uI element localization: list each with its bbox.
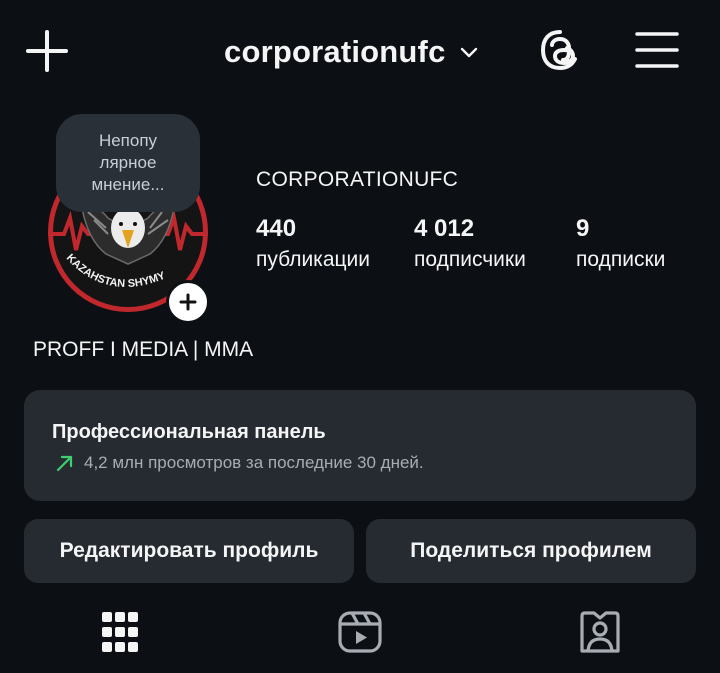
share-profile-button[interactable]: Поделиться профилем xyxy=(366,519,696,583)
tab-reels[interactable] xyxy=(336,606,384,658)
plus-icon xyxy=(179,293,197,311)
stat-posts[interactable]: 440 публикации xyxy=(256,213,370,275)
trend-up-icon xyxy=(56,455,73,472)
stat-label: подписки xyxy=(576,248,666,271)
note-bubble[interactable]: Непопу лярное мнение... xyxy=(56,114,200,212)
plus-icon xyxy=(26,30,68,72)
threads-button[interactable] xyxy=(536,26,584,74)
stat-following[interactable]: 9 подписки xyxy=(576,213,665,275)
menu-button[interactable] xyxy=(634,30,680,70)
note-text: Непопу лярное мнение... xyxy=(91,131,165,194)
stat-value: 440 xyxy=(256,215,297,242)
stat-value: 9 xyxy=(576,215,590,242)
display-name: CORPORATIONUFC xyxy=(256,168,459,191)
bio-text: PROFF I MEDIA | MMA xyxy=(33,338,254,361)
menu-icon xyxy=(635,32,679,68)
tab-tagged[interactable] xyxy=(576,606,624,658)
threads-icon xyxy=(540,30,577,71)
grid-icon xyxy=(102,612,138,652)
stat-label: подписчики xyxy=(414,248,526,271)
reels-icon xyxy=(338,611,382,653)
stat-label: публикации xyxy=(256,248,370,271)
stat-value: 4 012 xyxy=(414,215,475,242)
profile-username-title: corporationufc xyxy=(224,34,446,69)
add-story-button[interactable] xyxy=(166,280,210,324)
edit-profile-button[interactable]: Редактировать профиль xyxy=(24,519,354,583)
professional-dashboard[interactable] xyxy=(24,390,696,501)
account-switcher[interactable]: corporationufc xyxy=(224,30,480,74)
dashboard-title: Профессиональная панель xyxy=(52,421,326,443)
tagged-icon xyxy=(580,611,620,653)
create-button[interactable] xyxy=(24,28,70,74)
stat-followers[interactable]: 4 012 подписчики xyxy=(414,213,526,275)
dashboard-subtitle: 4,2 млн просмотров за последние 30 дней. xyxy=(84,453,424,472)
chevron-down-icon xyxy=(460,47,477,58)
tab-posts-grid[interactable] xyxy=(96,606,144,658)
